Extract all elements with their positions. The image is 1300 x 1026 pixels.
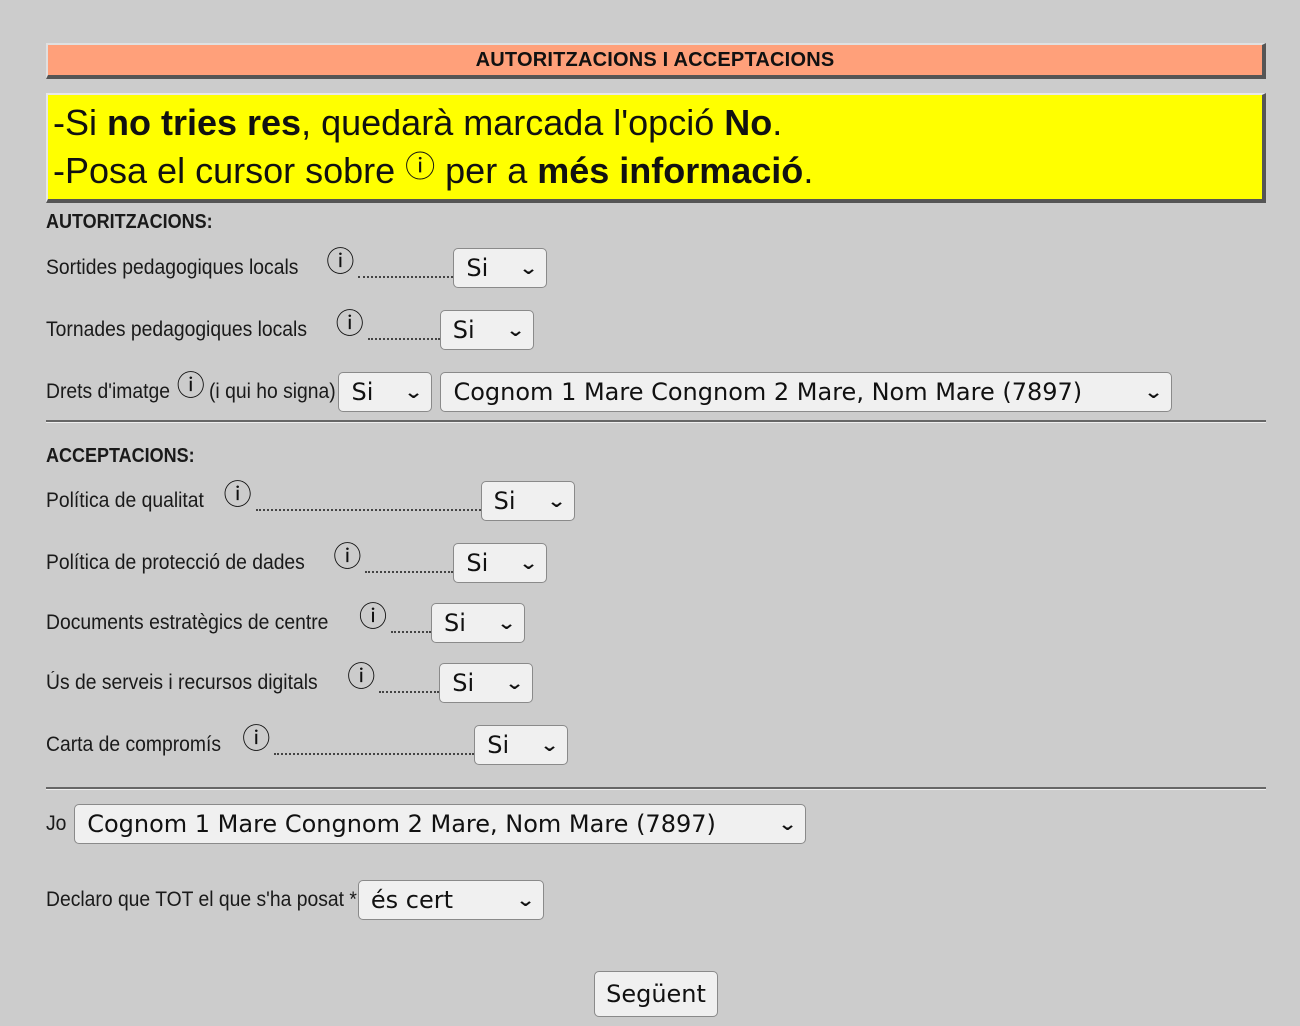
notice-box: -Si no tries res, quedarà marcada l'opci… <box>46 93 1266 203</box>
row-documents-estrategics: Documents estratègics de centre ⓘ Si ⌄ <box>46 601 1266 645</box>
row-tornades: Tornades pedagogiques locals ⓘ Si ⌄ <box>46 308 1266 352</box>
row-serveis-digitals: Ús de serveis i recursos digitals ⓘ Si ⌄ <box>46 661 1266 705</box>
chevron-down-icon: ⌄ <box>404 381 424 403</box>
chevron-down-icon: ⌄ <box>539 734 560 756</box>
select-sortides[interactable]: Si ⌄ <box>453 248 548 288</box>
acceptacions-heading: ACCEPTACIONS: <box>46 445 195 467</box>
row-proteccio-dades: Política de protecció de dades ⓘ Si ⌄ <box>46 541 1266 585</box>
row-declaro: Declaro que TOT el que s'ha posat * és c… <box>46 878 1266 922</box>
info-icon[interactable]: ⓘ <box>175 370 207 402</box>
chevron-down-icon: ⌄ <box>515 889 536 911</box>
select-documents-estrategics[interactable]: Si ⌄ <box>430 603 525 643</box>
dot-leader <box>358 276 454 278</box>
select-signer[interactable]: Cognom 1 Mare Congnom 2 Mare, Nom Mare (… <box>440 372 1173 412</box>
info-icon[interactable]: ⓘ <box>357 601 389 633</box>
select-proteccio-dades[interactable]: Si ⌄ <box>453 543 548 583</box>
row-politica-qualitat: Política de qualitat ⓘ Si ⌄ <box>46 479 1266 523</box>
notice-line-1: -Si no tries res, quedarà marcada l'opci… <box>53 102 783 143</box>
dot-leader <box>255 509 481 511</box>
select-carta-compromis[interactable]: Si ⌄ <box>474 725 569 765</box>
dot-leader <box>274 753 475 755</box>
row-drets-imatge: Drets d'imatge ⓘ (i qui ho signa) Si ⌄ Co… <box>46 370 1266 414</box>
label-tornades: Tornades pedagogiques locals <box>46 318 308 341</box>
next-button[interactable]: Següent <box>594 971 718 1017</box>
dot-leader <box>367 338 440 340</box>
chevron-down-icon: ⌄ <box>777 813 798 835</box>
select-drets-imatge[interactable]: Si ⌄ <box>338 372 433 412</box>
section-title: AUTORITZACIONS I ACCEPTACIONS <box>46 43 1266 79</box>
row-carta-compromis: Carta de compromís ⓘ Si ⌄ <box>46 723 1266 767</box>
label-proteccio-dades: Política de protecció de dades <box>46 551 305 574</box>
label-serveis-digitals: Ús de serveis i recursos digitals <box>46 671 318 694</box>
chevron-down-icon: ⌄ <box>1144 381 1164 403</box>
label-documents-estrategics: Documents estratègics de centre <box>46 611 329 634</box>
label-qui-signa: (i qui ho signa) <box>208 380 336 403</box>
divider <box>46 420 1266 423</box>
chevron-down-icon: ⌄ <box>519 257 539 279</box>
info-icon[interactable]: ⓘ <box>240 723 272 755</box>
row-jo: Jo Cognom 1 Mare Congnom 2 Mare, Nom Mar… <box>46 802 1266 846</box>
info-icon: ⓘ <box>405 151 436 184</box>
chevron-down-icon: ⌄ <box>546 490 566 512</box>
form-container: AUTORITZACIONS I ACCEPTACIONS -Si no tri… <box>46 43 1266 922</box>
dot-leader <box>379 691 440 693</box>
label-carta-compromis: Carta de compromís <box>46 733 222 756</box>
row-sortides: Sortides pedagogiques locals ⓘ Si ⌄ <box>46 246 1266 290</box>
select-politica-qualitat[interactable]: Si ⌄ <box>480 481 575 521</box>
info-icon[interactable]: ⓘ <box>222 479 254 511</box>
dot-leader <box>390 631 431 633</box>
label-jo: Jo <box>46 812 67 835</box>
dot-leader <box>365 571 454 573</box>
label-drets-imatge: Drets d'imatge <box>46 380 170 403</box>
info-icon[interactable]: ⓘ <box>334 308 366 340</box>
divider <box>46 787 1266 790</box>
select-declaro[interactable]: és cert ⌄ <box>357 880 544 920</box>
info-icon[interactable]: ⓘ <box>324 246 356 278</box>
chevron-down-icon: ⌄ <box>496 612 517 634</box>
select-serveis-digitals[interactable]: Si ⌄ <box>439 663 534 703</box>
select-jo[interactable]: Cognom 1 Mare Congnom 2 Mare, Nom Mare (… <box>74 804 807 844</box>
info-icon[interactable]: ⓘ <box>345 661 377 693</box>
info-icon[interactable]: ⓘ <box>331 541 363 573</box>
label-sortides: Sortides pedagogiques locals <box>46 256 299 279</box>
label-politica-qualitat: Política de qualitat <box>46 489 204 512</box>
chevron-down-icon: ⌄ <box>519 552 539 574</box>
label-declaro: Declaro que TOT el que s'ha posat * <box>46 888 357 911</box>
chevron-down-icon: ⌄ <box>504 672 525 694</box>
select-tornades[interactable]: Si ⌄ <box>439 310 534 350</box>
autoritzacions-heading: AUTORITZACIONS: <box>46 211 213 233</box>
chevron-down-icon: ⌄ <box>505 319 525 341</box>
notice-line-2: -Posa el cursor sobre ⓘ per a més inform… <box>53 150 814 191</box>
